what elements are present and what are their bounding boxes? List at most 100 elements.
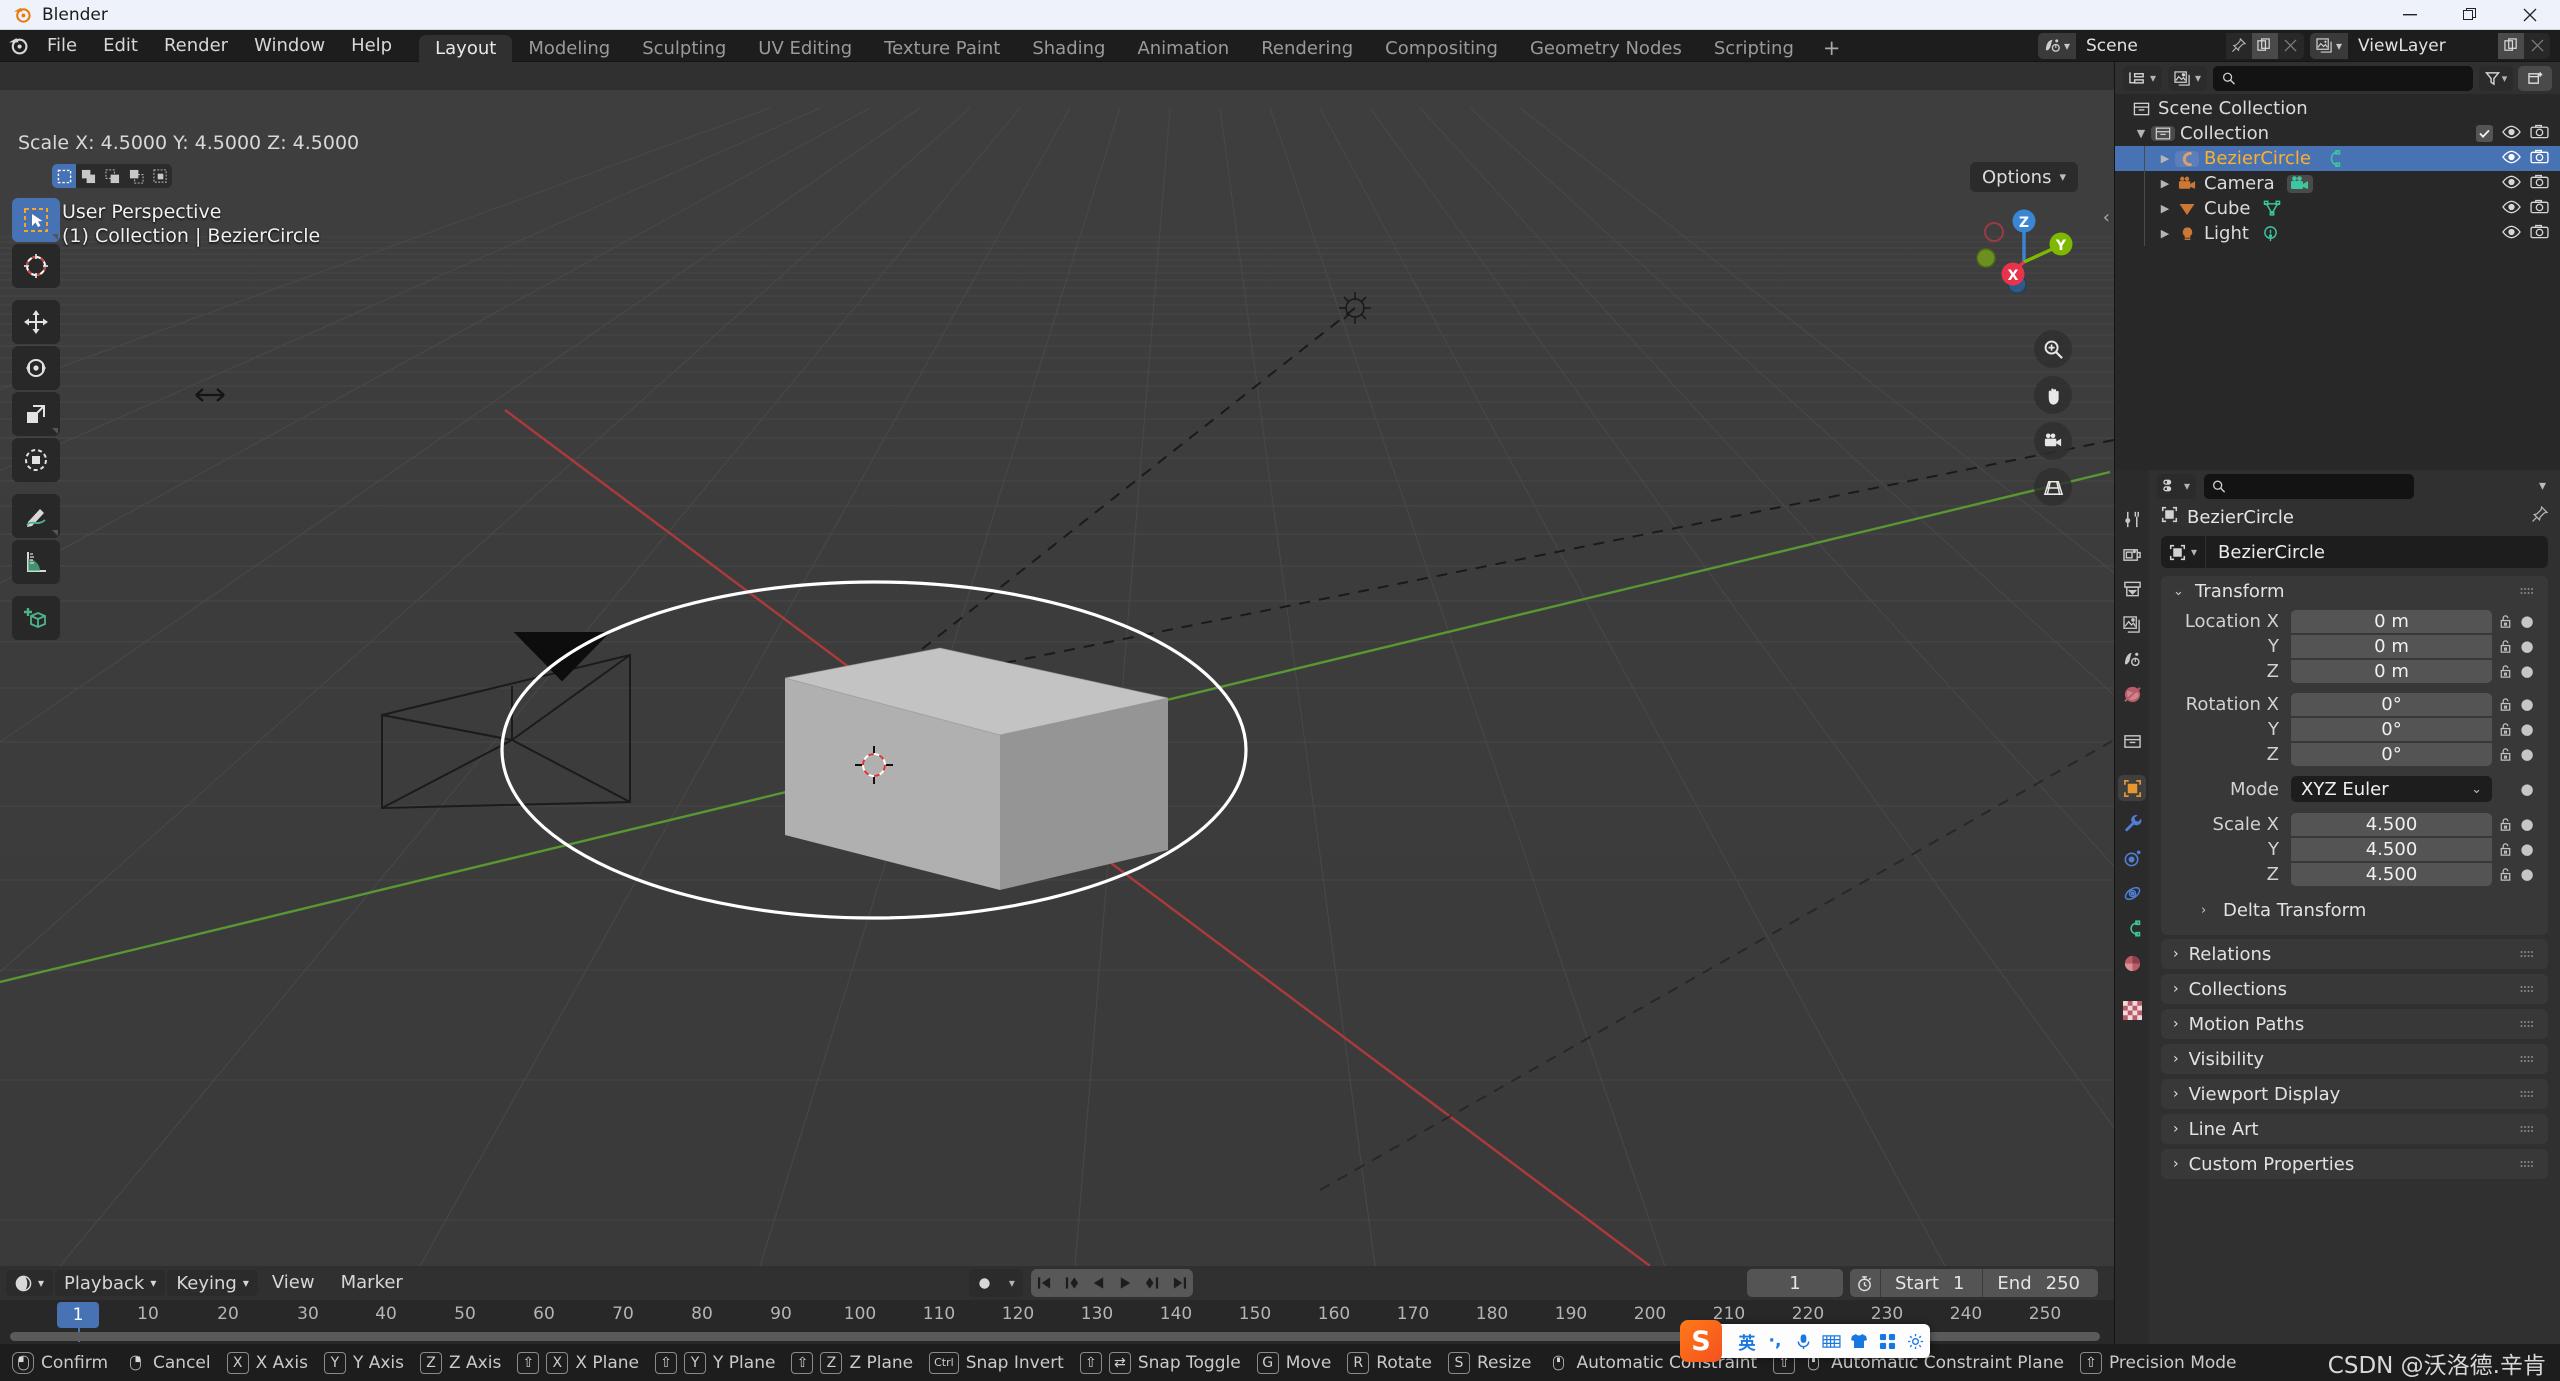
eye-icon[interactable] xyxy=(2502,198,2521,219)
location-y-field[interactable]: 0 m xyxy=(2291,634,2492,658)
outliner-search-input[interactable] xyxy=(2213,65,2473,91)
navigation-gizmo[interactable]: Z Y X xyxy=(1964,202,2084,322)
tab-sculpting[interactable]: Sculpting xyxy=(626,35,742,62)
menu-edit[interactable]: Edit xyxy=(90,30,151,62)
next-keyframe-icon[interactable] xyxy=(1139,1269,1166,1297)
select-invert-icon[interactable] xyxy=(124,164,148,188)
apps-icon[interactable] xyxy=(1874,1328,1900,1354)
tab-scripting[interactable]: Scripting xyxy=(1698,35,1810,62)
new-collection-icon[interactable] xyxy=(2518,65,2552,91)
outliner-row-light[interactable]: ▶ Light xyxy=(2115,221,2560,246)
viewport-canvas[interactable] xyxy=(0,90,2114,1266)
mic-icon[interactable] xyxy=(1790,1328,1816,1354)
expand-triangle-icon[interactable]: ▼ xyxy=(2131,127,2151,140)
scale-x-field[interactable]: 4.500 xyxy=(2291,812,2492,836)
select-box-icon[interactable] xyxy=(52,164,76,188)
light-data-icon[interactable] xyxy=(2261,225,2280,242)
menu-file[interactable]: File xyxy=(34,30,90,62)
pan-hand-icon[interactable] xyxy=(2034,376,2072,414)
rotation-x-field[interactable]: 0° xyxy=(2291,692,2492,716)
collections-panel[interactable]: › Collections xyxy=(2161,974,2548,1004)
settings-icon[interactable] xyxy=(1902,1328,1928,1354)
tab-animation[interactable]: Animation xyxy=(1121,35,1245,62)
tab-geometry-nodes[interactable]: Geometry Nodes xyxy=(1514,35,1698,62)
stopwatch-icon[interactable] xyxy=(1850,1275,1880,1292)
remove-scene-icon[interactable] xyxy=(2278,33,2304,59)
custom-properties-panel[interactable]: › Custom Properties xyxy=(2161,1149,2548,1179)
tab-compositing[interactable]: Compositing xyxy=(1369,35,1514,62)
render-camera-icon[interactable] xyxy=(2118,541,2146,567)
wrench-icon[interactable] xyxy=(2118,810,2146,836)
location-z-field[interactable]: 0 m xyxy=(2291,659,2492,683)
transform-panel-header[interactable]: ⌄ Transform xyxy=(2161,576,2548,606)
close-button[interactable] xyxy=(2500,0,2560,30)
outliner-row-beziercircle[interactable]: ▶ BezierCircle xyxy=(2115,146,2560,171)
mesh-data-icon[interactable] xyxy=(2262,200,2282,217)
sogou-ime-logo[interactable]: S xyxy=(1680,1320,1722,1362)
properties-editor[interactable]: ▾ ▾ BezierCircle ▾ BezierCircle ⌄ Transf… xyxy=(2114,470,2560,1344)
scene-name[interactable]: Scene xyxy=(2075,32,2226,59)
world-globe-icon[interactable] xyxy=(2118,681,2146,707)
properties-search-input[interactable] xyxy=(2204,473,2415,499)
annotate-tool[interactable] xyxy=(12,494,60,538)
outliner-display-mode-icon[interactable]: ▾ xyxy=(2123,65,2163,91)
tab-layout[interactable]: Layout xyxy=(419,34,513,62)
particles-icon[interactable] xyxy=(2118,845,2146,871)
play-reverse-icon[interactable] xyxy=(1085,1269,1112,1297)
timeline-playhead[interactable]: 1 xyxy=(57,1302,99,1328)
start-frame-value[interactable]: 1 xyxy=(1949,1273,1982,1294)
curve-data-icon[interactable] xyxy=(2323,150,2345,167)
viewport-display-panel[interactable]: › Viewport Display xyxy=(2161,1079,2548,1109)
transform-tool[interactable] xyxy=(12,438,60,482)
tweak-tool[interactable] xyxy=(12,198,60,242)
tab-texture-paint[interactable]: Texture Paint xyxy=(868,35,1016,62)
add-cube-tool[interactable] xyxy=(12,596,60,640)
object-name-value[interactable]: BezierCircle xyxy=(2206,542,2325,563)
location-x-field[interactable]: 0 m xyxy=(2291,609,2492,633)
properties-search-field[interactable] xyxy=(2225,478,2407,494)
viewlayer-name[interactable]: ViewLayer xyxy=(2348,32,2498,59)
scale-y-field[interactable]: 4.500 xyxy=(2291,837,2492,861)
menu-help[interactable]: Help xyxy=(338,30,405,62)
tool-icon[interactable] xyxy=(2118,506,2146,532)
delta-transform-panel[interactable]: › Delta Transform xyxy=(2189,895,2536,925)
chevron-down-icon[interactable]: ▾ xyxy=(2539,478,2552,494)
rotate-tool[interactable] xyxy=(12,346,60,390)
camera-data-icon[interactable] xyxy=(2286,174,2313,193)
line-art-panel[interactable]: › Line Art xyxy=(2161,1114,2548,1144)
animate-dot-icon[interactable]: ● xyxy=(2518,720,2536,738)
images-icon[interactable] xyxy=(2118,611,2146,637)
lock-icon[interactable] xyxy=(2492,842,2518,857)
pin-icon[interactable] xyxy=(2226,33,2252,59)
remove-viewlayer-icon[interactable] xyxy=(2524,33,2550,59)
animate-dot-icon[interactable]: ● xyxy=(2518,637,2536,655)
eye-icon[interactable] xyxy=(2502,173,2521,194)
lock-icon[interactable] xyxy=(2492,722,2518,737)
scale-z-field[interactable]: 4.500 xyxy=(2291,862,2492,886)
minimize-button[interactable] xyxy=(2380,0,2440,30)
jump-to-end-icon[interactable] xyxy=(1166,1269,1193,1297)
camera-render-icon[interactable] xyxy=(2530,173,2549,194)
camera-render-icon[interactable] xyxy=(2530,123,2549,144)
lock-icon[interactable] xyxy=(2492,867,2518,882)
filter-funnel-icon[interactable]: ▾ xyxy=(2479,65,2513,91)
scene-selector[interactable]: ▾ Scene xyxy=(2037,32,2304,59)
outliner-editor[interactable]: ▾ ▾ ▾ Scene Collection ▼ Collection ▶ Be… xyxy=(2114,62,2560,470)
current-frame-field[interactable]: 1 xyxy=(1746,1269,1843,1297)
lock-icon[interactable] xyxy=(2492,697,2518,712)
rotation-z-field[interactable]: 0° xyxy=(2291,742,2492,766)
curve-data-pie-icon[interactable] xyxy=(2118,950,2146,976)
select-intersect-icon[interactable] xyxy=(148,164,172,188)
duplicate-viewlayer-icon[interactable] xyxy=(2498,32,2524,59)
lock-icon[interactable] xyxy=(2492,664,2518,679)
expand-triangle-icon[interactable]: ▶ xyxy=(2155,202,2175,215)
properties-editor-icon[interactable]: ▾ xyxy=(2157,473,2197,499)
animate-dot-icon[interactable]: ● xyxy=(2518,815,2536,833)
chevron-down-icon[interactable]: ▾ xyxy=(1001,1269,1023,1297)
timeline-menu-playback[interactable]: Playback ▾ xyxy=(55,1270,166,1296)
menu-window[interactable]: Window xyxy=(241,30,338,62)
blender-logo-icon[interactable] xyxy=(0,30,34,62)
lock-icon[interactable] xyxy=(2492,639,2518,654)
collection-enable-checkbox[interactable] xyxy=(2476,125,2493,142)
outliner-row-camera[interactable]: ▶ Camera xyxy=(2115,171,2560,196)
